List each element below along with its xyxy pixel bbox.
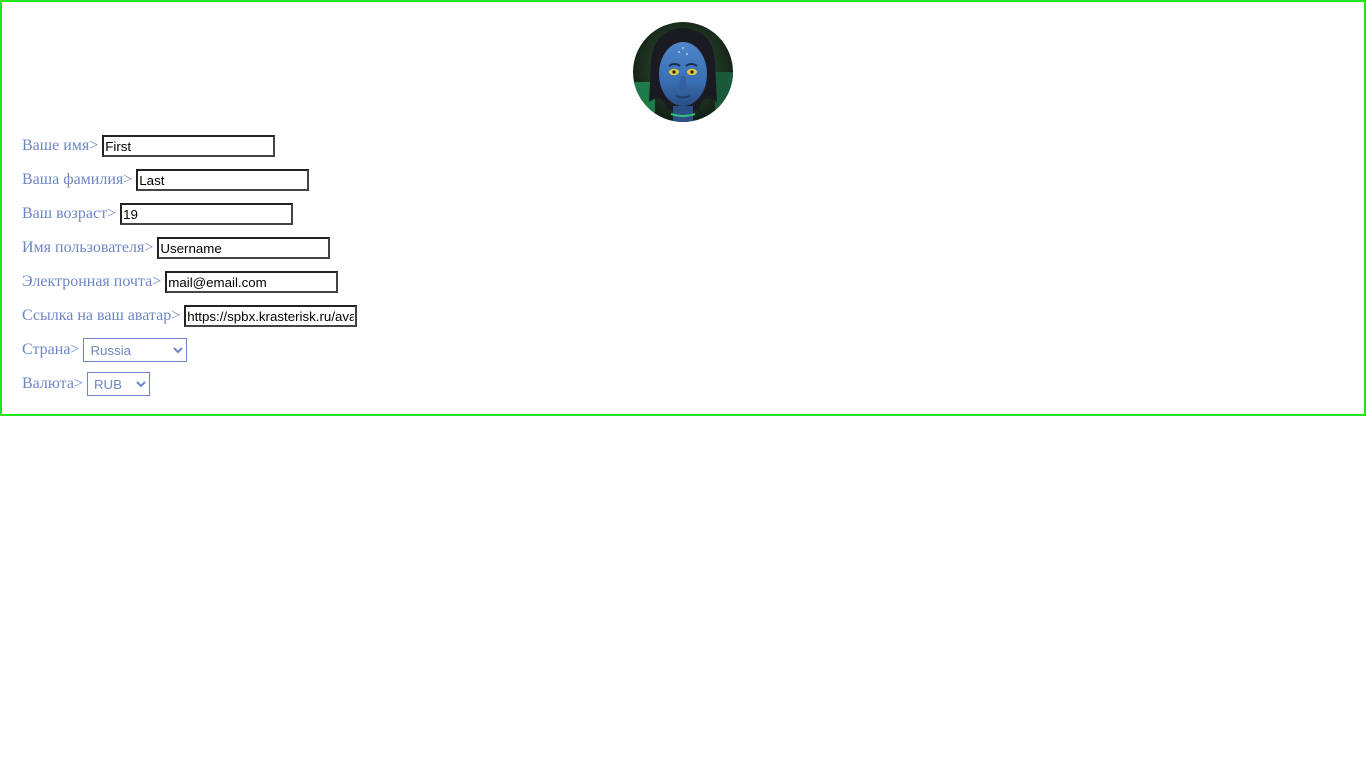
row-age: Ваш возраст> <box>22 202 294 226</box>
age-label: Ваш возраст> <box>22 205 117 222</box>
country-label: Страна> <box>22 341 80 358</box>
country-select[interactable]: Russia <box>83 338 188 362</box>
row-first-name: Ваше имя> <box>22 134 276 158</box>
avatar <box>633 22 733 122</box>
age-input[interactable] <box>120 203 294 225</box>
row-last-name: Ваша фамилия> <box>22 168 310 192</box>
first-name-input[interactable] <box>102 135 276 157</box>
row-currency: Валюта> RUB <box>22 372 150 396</box>
first-name-label: Ваше имя> <box>22 137 99 154</box>
username-label: Имя пользователя> <box>22 239 154 256</box>
avatar-url-label: Ссылка на ваш аватар> <box>22 307 181 324</box>
row-email: Электронная почта> <box>22 270 339 294</box>
currency-select[interactable]: RUB <box>86 372 150 396</box>
avatar-url-input[interactable] <box>184 305 358 327</box>
username-input[interactable] <box>157 237 331 259</box>
row-country: Страна> Russia <box>22 338 188 362</box>
row-avatar-url: Ссылка на ваш аватар> <box>22 304 358 328</box>
avatar-image <box>633 22 733 122</box>
last-name-label: Ваша фамилия> <box>22 171 133 188</box>
currency-label: Валюта> <box>22 375 83 392</box>
profile-panel: Ваше имя> Ваша фамилия> Ваш возраст> Имя… <box>0 0 1366 416</box>
email-label: Электронная почта> <box>22 273 162 290</box>
row-username: Имя пользователя> <box>22 236 331 260</box>
email-input[interactable] <box>165 271 339 293</box>
last-name-input[interactable] <box>136 169 310 191</box>
